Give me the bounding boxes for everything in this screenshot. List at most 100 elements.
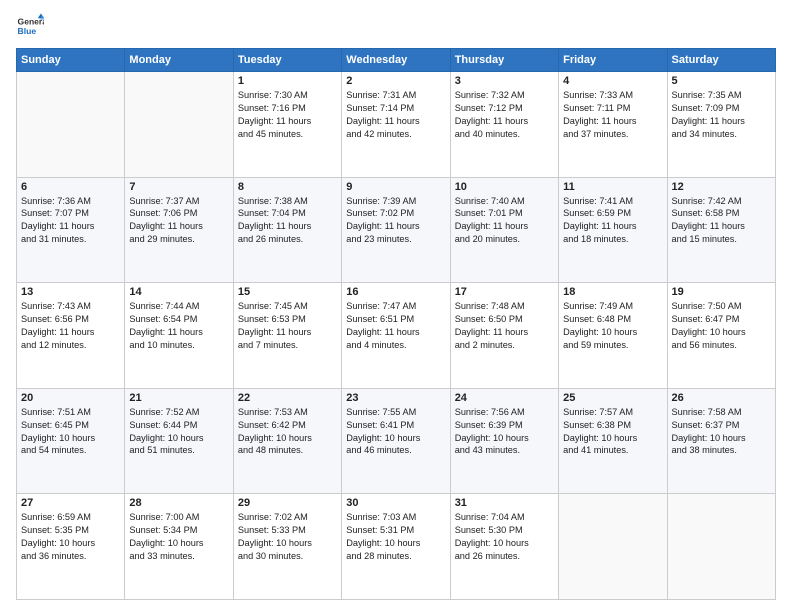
calendar-cell: 6 Sunrise: 7:36 AMSunset: 7:07 PMDaylight…: [17, 177, 125, 283]
day-number: 24: [455, 392, 554, 404]
cell-info: Sunrise: 7:55 AMSunset: 6:41 PMDaylight:…: [346, 406, 445, 458]
cell-info: Sunrise: 7:41 AMSunset: 6:59 PMDaylight:…: [563, 195, 662, 247]
cell-info: Sunrise: 7:53 AMSunset: 6:42 PMDaylight:…: [238, 406, 337, 458]
calendar-cell: 31 Sunrise: 7:04 AMSunset: 5:30 PMDayligh…: [450, 494, 558, 600]
weekday-header-sunday: Sunday: [17, 49, 125, 72]
calendar-cell: 8 Sunrise: 7:38 AMSunset: 7:04 PMDaylight…: [233, 177, 341, 283]
day-number: 18: [563, 286, 662, 298]
logo: General Blue: [16, 12, 44, 40]
day-number: 31: [455, 497, 554, 509]
weekday-header-row: SundayMondayTuesdayWednesdayThursdayFrid…: [17, 49, 776, 72]
calendar-cell: 16 Sunrise: 7:47 AMSunset: 6:51 PMDayligh…: [342, 283, 450, 389]
cell-info: Sunrise: 7:48 AMSunset: 6:50 PMDaylight:…: [455, 300, 554, 352]
calendar-cell: 18 Sunrise: 7:49 AMSunset: 6:48 PMDayligh…: [559, 283, 667, 389]
day-number: 28: [129, 497, 228, 509]
day-number: 25: [563, 392, 662, 404]
day-number: 4: [563, 75, 662, 87]
cell-info: Sunrise: 7:02 AMSunset: 5:33 PMDaylight:…: [238, 511, 337, 563]
cell-info: Sunrise: 7:44 AMSunset: 6:54 PMDaylight:…: [129, 300, 228, 352]
calendar-cell: 11 Sunrise: 7:41 AMSunset: 6:59 PMDayligh…: [559, 177, 667, 283]
calendar-cell: 10 Sunrise: 7:40 AMSunset: 7:01 PMDayligh…: [450, 177, 558, 283]
day-number: 8: [238, 181, 337, 193]
calendar-table: SundayMondayTuesdayWednesdayThursdayFrid…: [16, 48, 776, 600]
day-number: 20: [21, 392, 120, 404]
calendar-cell: 27Sunrise: 6:59 AMSunset: 5:35 PMDayligh…: [17, 494, 125, 600]
cell-info: Sunrise: 7:40 AMSunset: 7:01 PMDaylight:…: [455, 195, 554, 247]
cell-info: Sunrise: 7:33 AMSunset: 7:11 PMDaylight:…: [563, 89, 662, 141]
day-number: 13: [21, 286, 120, 298]
weekday-header-thursday: Thursday: [450, 49, 558, 72]
calendar-row-0: 1 Sunrise: 7:30 AMSunset: 7:16 PMDaylight…: [17, 72, 776, 178]
calendar-cell: 25 Sunrise: 7:57 AMSunset: 6:38 PMDayligh…: [559, 388, 667, 494]
calendar-cell: 22Sunrise: 7:53 AMSunset: 6:42 PMDayligh…: [233, 388, 341, 494]
cell-info: Sunrise: 7:00 AMSunset: 5:34 PMDaylight:…: [129, 511, 228, 563]
day-number: 3: [455, 75, 554, 87]
cell-info: Sunrise: 7:39 AMSunset: 7:02 PMDaylight:…: [346, 195, 445, 247]
calendar-cell: 9 Sunrise: 7:39 AMSunset: 7:02 PMDaylight…: [342, 177, 450, 283]
day-number: 27: [21, 497, 120, 509]
cell-info: Sunrise: 7:52 AMSunset: 6:44 PMDaylight:…: [129, 406, 228, 458]
day-number: 12: [672, 181, 771, 193]
cell-info: Sunrise: 7:32 AMSunset: 7:12 PMDaylight:…: [455, 89, 554, 141]
weekday-header-saturday: Saturday: [667, 49, 775, 72]
day-number: 17: [455, 286, 554, 298]
header: General Blue: [16, 12, 776, 40]
cell-info: Sunrise: 7:49 AMSunset: 6:48 PMDaylight:…: [563, 300, 662, 352]
day-number: 30: [346, 497, 445, 509]
cell-info: Sunrise: 7:51 AMSunset: 6:45 PMDaylight:…: [21, 406, 120, 458]
calendar-cell: 3 Sunrise: 7:32 AMSunset: 7:12 PMDaylight…: [450, 72, 558, 178]
calendar-cell: 30 Sunrise: 7:03 AMSunset: 5:31 PMDayligh…: [342, 494, 450, 600]
day-number: 16: [346, 286, 445, 298]
calendar-cell: 2Sunrise: 7:31 AMSunset: 7:14 PMDaylight…: [342, 72, 450, 178]
calendar-cell: [17, 72, 125, 178]
day-number: 7: [129, 181, 228, 193]
cell-info: Sunrise: 7:36 AMSunset: 7:07 PMDaylight:…: [21, 195, 120, 247]
calendar-row-4: 27Sunrise: 6:59 AMSunset: 5:35 PMDayligh…: [17, 494, 776, 600]
calendar-row-3: 20 Sunrise: 7:51 AMSunset: 6:45 PMDayligh…: [17, 388, 776, 494]
cell-info: Sunrise: 7:42 AMSunset: 6:58 PMDaylight:…: [672, 195, 771, 247]
calendar-cell: 1 Sunrise: 7:30 AMSunset: 7:16 PMDaylight…: [233, 72, 341, 178]
day-number: 19: [672, 286, 771, 298]
svg-text:Blue: Blue: [18, 26, 37, 36]
calendar-row-2: 13 Sunrise: 7:43 AMSunset: 6:56 PMDayligh…: [17, 283, 776, 389]
day-number: 23: [346, 392, 445, 404]
day-number: 11: [563, 181, 662, 193]
calendar-cell: 24 Sunrise: 7:56 AMSunset: 6:39 PMDayligh…: [450, 388, 558, 494]
page: General Blue SundayMondayTuesdayWednesda…: [0, 0, 792, 612]
calendar-cell: 28 Sunrise: 7:00 AMSunset: 5:34 PMDayligh…: [125, 494, 233, 600]
calendar-cell: 13 Sunrise: 7:43 AMSunset: 6:56 PMDayligh…: [17, 283, 125, 389]
calendar-cell: 19 Sunrise: 7:50 AMSunset: 6:47 PMDayligh…: [667, 283, 775, 389]
day-number: 6: [21, 181, 120, 193]
calendar-cell: 20 Sunrise: 7:51 AMSunset: 6:45 PMDayligh…: [17, 388, 125, 494]
cell-info: Sunrise: 7:31 AMSunset: 7:14 PMDaylight:…: [346, 89, 445, 141]
day-number: 29: [238, 497, 337, 509]
day-number: 1: [238, 75, 337, 87]
cell-info: Sunrise: 7:04 AMSunset: 5:30 PMDaylight:…: [455, 511, 554, 563]
cell-info: Sunrise: 7:38 AMSunset: 7:04 PMDaylight:…: [238, 195, 337, 247]
calendar-cell: 7 Sunrise: 7:37 AMSunset: 7:06 PMDaylight…: [125, 177, 233, 283]
cell-info: Sunrise: 7:57 AMSunset: 6:38 PMDaylight:…: [563, 406, 662, 458]
calendar-row-1: 6 Sunrise: 7:36 AMSunset: 7:07 PMDaylight…: [17, 177, 776, 283]
cell-info: Sunrise: 7:03 AMSunset: 5:31 PMDaylight:…: [346, 511, 445, 563]
calendar-cell: 15Sunrise: 7:45 AMSunset: 6:53 PMDayligh…: [233, 283, 341, 389]
cell-info: Sunrise: 7:47 AMSunset: 6:51 PMDaylight:…: [346, 300, 445, 352]
day-number: 14: [129, 286, 228, 298]
calendar-cell: 26Sunrise: 7:58 AMSunset: 6:37 PMDayligh…: [667, 388, 775, 494]
calendar-cell: 29 Sunrise: 7:02 AMSunset: 5:33 PMDayligh…: [233, 494, 341, 600]
cell-info: Sunrise: 7:35 AMSunset: 7:09 PMDaylight:…: [672, 89, 771, 141]
cell-info: Sunrise: 7:58 AMSunset: 6:37 PMDaylight:…: [672, 406, 771, 458]
calendar-cell: [559, 494, 667, 600]
logo-icon: General Blue: [16, 12, 44, 40]
cell-info: Sunrise: 7:50 AMSunset: 6:47 PMDaylight:…: [672, 300, 771, 352]
calendar-cell: 23 Sunrise: 7:55 AMSunset: 6:41 PMDayligh…: [342, 388, 450, 494]
day-number: 9: [346, 181, 445, 193]
day-number: 5: [672, 75, 771, 87]
cell-info: Sunrise: 7:30 AMSunset: 7:16 PMDaylight:…: [238, 89, 337, 141]
day-number: 10: [455, 181, 554, 193]
cell-info: Sunrise: 7:56 AMSunset: 6:39 PMDaylight:…: [455, 406, 554, 458]
calendar-cell: 21Sunrise: 7:52 AMSunset: 6:44 PMDayligh…: [125, 388, 233, 494]
weekday-header-tuesday: Tuesday: [233, 49, 341, 72]
cell-info: Sunrise: 7:43 AMSunset: 6:56 PMDaylight:…: [21, 300, 120, 352]
cell-info: Sunrise: 7:37 AMSunset: 7:06 PMDaylight:…: [129, 195, 228, 247]
calendar-cell: 12 Sunrise: 7:42 AMSunset: 6:58 PMDayligh…: [667, 177, 775, 283]
